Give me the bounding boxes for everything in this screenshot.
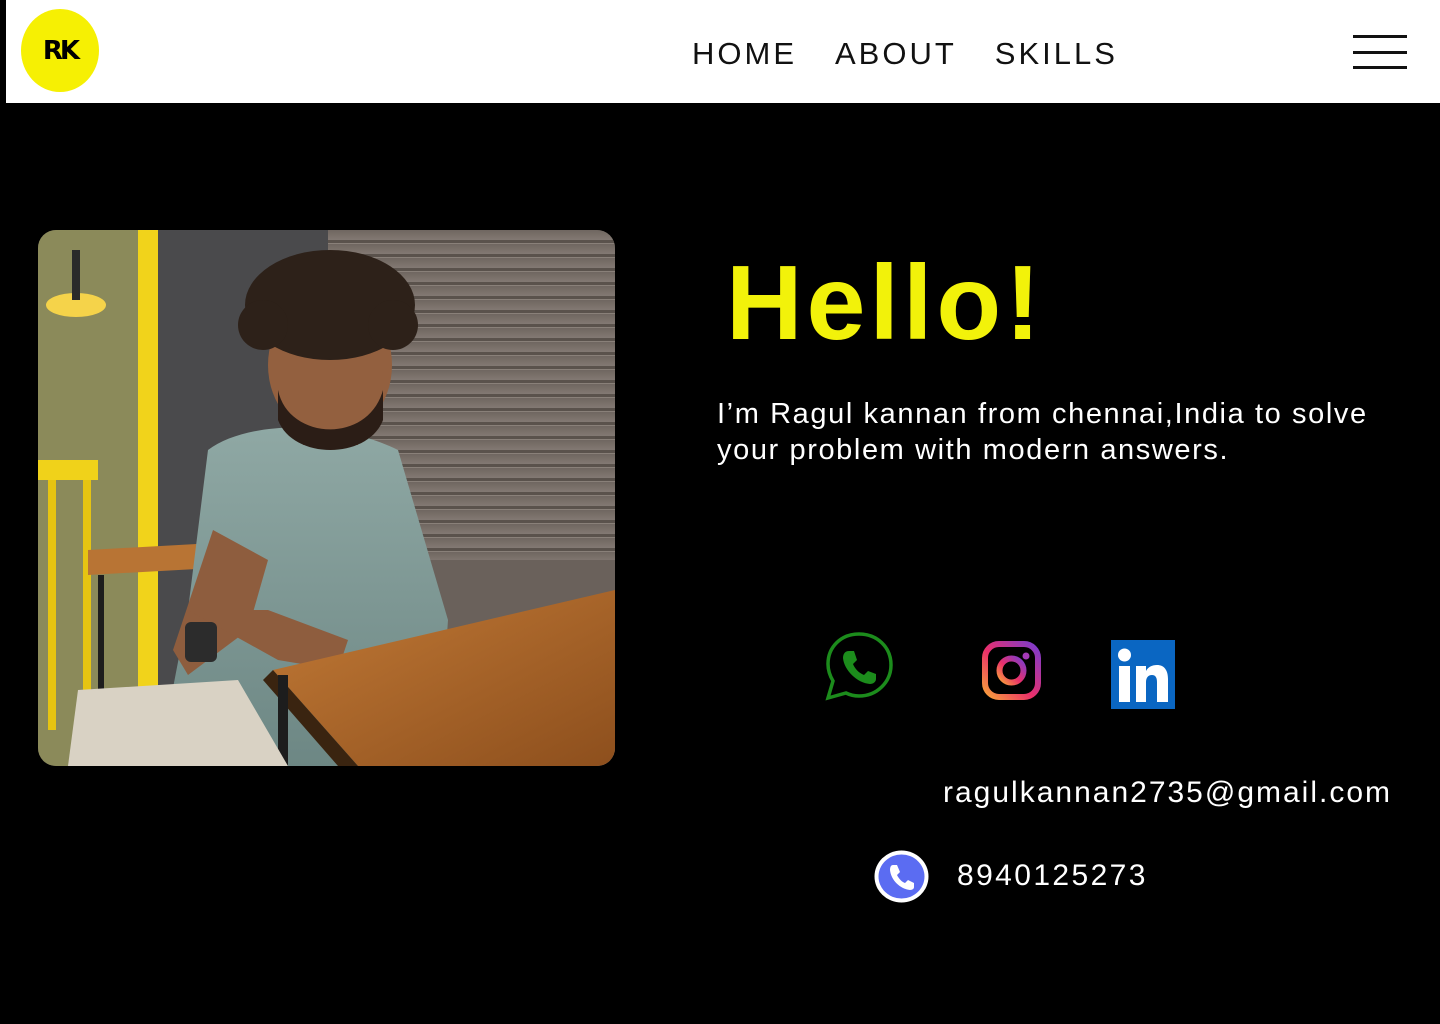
nav-link-skills[interactable]: SKILLS — [995, 36, 1118, 72]
logo-text: RK — [42, 35, 80, 66]
linkedin-icon[interactable] — [1111, 640, 1175, 714]
nav-link-about[interactable]: ABOUT — [835, 36, 957, 72]
nav-link-home[interactable]: HOME — [692, 36, 797, 72]
whatsapp-icon[interactable] — [823, 630, 895, 707]
phone-number[interactable]: 8940125273 — [957, 859, 1148, 893]
instagram-icon[interactable] — [981, 640, 1042, 706]
email-address[interactable]: ragulkannan2735@gmail.com — [943, 776, 1392, 810]
portrait-photo — [38, 230, 615, 766]
greeting-heading: Hello! — [726, 244, 1045, 362]
navbar: RK HOME ABOUT SKILLS — [6, 0, 1440, 103]
intro-text: I’m Ragul kannan from chennai,India to s… — [717, 398, 1368, 466]
hamburger-menu-icon[interactable] — [1353, 35, 1407, 69]
phone-icon — [873, 849, 930, 904]
nav-links: HOME ABOUT SKILLS — [692, 36, 1118, 72]
logo[interactable]: RK — [21, 9, 99, 92]
